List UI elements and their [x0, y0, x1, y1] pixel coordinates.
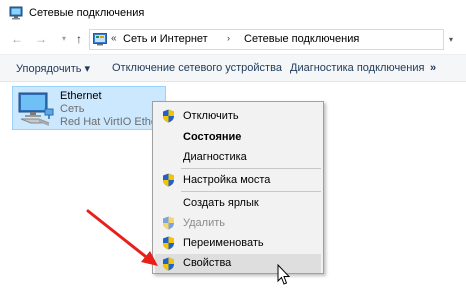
connection-item-ethernet[interactable]: Ethernet Сеть Red Hat VirtIO Ethernet Ad…: [12, 86, 166, 130]
up-arrow-icon[interactable]: ↑: [72, 32, 86, 46]
navigation-bar: ← → ▾ ↑ « Сеть и Интернет › Сетевые подк…: [0, 26, 466, 54]
diagnose-connection-button[interactable]: Диагностика подключения: [290, 62, 424, 74]
menu-item-label: Создать ярлык: [183, 197, 259, 209]
menu-item-label: Переименовать: [183, 237, 264, 249]
menu-item-label: Состояние: [183, 131, 242, 143]
menu-item-properties[interactable]: Свойства: [155, 254, 321, 273]
menu-item-delete: Удалить: [155, 212, 321, 234]
connection-name: Ethernet: [60, 90, 102, 102]
shield-icon: [163, 109, 174, 123]
menu-item-bridge-connections[interactable]: Настройка моста: [155, 169, 321, 191]
menu-item-label: Диагностика: [183, 151, 247, 163]
shield-icon: [163, 173, 174, 187]
organize-button[interactable]: Упорядочить ▾: [16, 62, 90, 75]
breadcrumb-separator[interactable]: ›: [227, 33, 230, 43]
command-toolbar: Упорядочить ▾ Отключение сетевого устрой…: [0, 54, 466, 82]
breadcrumb-network-internet[interactable]: Сеть и Интернет: [123, 33, 208, 45]
back-arrow-icon[interactable]: ←: [10, 32, 24, 46]
menu-item-status[interactable]: Состояние: [155, 126, 321, 148]
recent-locations-chevron-icon[interactable]: ▾: [57, 32, 71, 46]
menu-item-label: Свойства: [183, 257, 232, 269]
breadcrumb-separator[interactable]: ›: [353, 33, 356, 43]
shield-icon: [163, 236, 174, 250]
shield-icon: [163, 216, 174, 230]
shield-icon: [163, 257, 174, 271]
address-dropdown-chevron-icon[interactable]: ▾: [449, 35, 459, 45]
mouse-cursor-icon: [277, 264, 291, 285]
disable-device-button[interactable]: Отключение сетевого устройства: [112, 62, 282, 74]
window-title: Сетевые подключения: [29, 7, 145, 19]
ethernet-adapter-icon: [18, 92, 54, 126]
menu-item-label: Настройка моста: [183, 174, 271, 186]
title-bar: Сетевые подключения: [0, 0, 466, 26]
address-bar[interactable]: « Сеть и Интернет › Сетевые подключения …: [89, 29, 444, 50]
control-panel-icon: [93, 33, 107, 46]
context-menu: Отключить Состояние Диагностика Настройк…: [152, 101, 324, 274]
network-connections-icon: [9, 6, 23, 20]
forward-arrow-icon[interactable]: →: [34, 32, 48, 46]
menu-item-label: Отключить: [183, 110, 239, 122]
menu-item-disable[interactable]: Отключить: [155, 105, 321, 127]
menu-item-rename[interactable]: Переименовать: [155, 232, 321, 254]
menu-item-create-shortcut[interactable]: Создать ярлык: [155, 192, 321, 214]
more-commands-button[interactable]: »: [430, 62, 436, 74]
connection-device: Red Hat VirtIO Ethernet Adapter: [60, 116, 166, 128]
menu-item-diagnostics[interactable]: Диагностика: [155, 146, 321, 168]
breadcrumb-overflow[interactable]: «: [111, 33, 117, 44]
breadcrumb-network-connections[interactable]: Сетевые подключения: [244, 33, 359, 45]
menu-item-label: Удалить: [183, 217, 225, 229]
connection-status: Сеть: [60, 103, 85, 115]
